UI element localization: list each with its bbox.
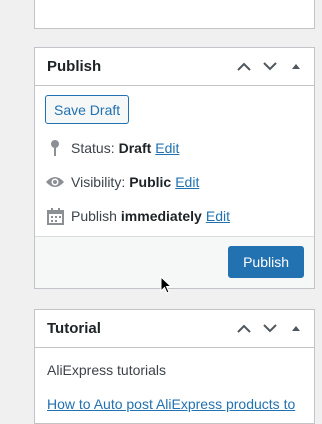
chevron-down-icon[interactable] <box>262 321 278 337</box>
visibility-row: Visibility: Public Edit <box>45 172 199 192</box>
tutorial-description: AliExpress tutorials <box>47 362 167 378</box>
calendar-icon <box>45 206 65 226</box>
publish-panel-header: Publish <box>35 48 314 86</box>
publish-panel: Publish Save Draft Status: Draft Edit Vi… <box>34 47 315 289</box>
chevron-down-icon[interactable] <box>262 59 278 75</box>
publish-panel-title: Publish <box>47 58 102 75</box>
publish-time-row: Publish immediately Edit <box>45 206 230 226</box>
status-row: Status: Draft Edit <box>45 138 179 158</box>
triangle-up-icon[interactable] <box>288 321 304 337</box>
pin-icon <box>45 138 65 158</box>
publish-panel-controls <box>236 59 304 75</box>
visibility-edit-link[interactable]: Edit <box>175 174 199 190</box>
tutorial-panel-controls <box>236 321 304 337</box>
tutorial-panel: Tutorial AliExpress tutorials How to Aut… <box>34 309 315 424</box>
tutorial-link[interactable]: How to Auto post AliExpress products to <box>47 396 295 412</box>
publish-button[interactable]: Publish <box>228 246 304 278</box>
publish-time-value: immediately <box>120 208 202 224</box>
visibility-label: Visibility: <box>71 174 126 190</box>
triangle-up-icon[interactable] <box>288 59 304 75</box>
tutorial-panel-header: Tutorial <box>35 310 314 348</box>
tutorial-panel-title: Tutorial <box>47 320 101 337</box>
chevron-up-icon[interactable] <box>236 59 252 75</box>
eye-icon <box>45 172 65 192</box>
save-draft-button[interactable]: Save Draft <box>45 95 130 124</box>
publish-time-label: Publish <box>71 208 117 224</box>
publish-time-edit-link[interactable]: Edit <box>206 208 230 224</box>
mouse-cursor-icon <box>160 275 173 299</box>
chevron-up-icon[interactable] <box>236 321 252 337</box>
visibility-value: Public <box>129 174 172 190</box>
status-value: Draft <box>118 140 152 156</box>
publish-panel-footer: Publish <box>35 236 314 288</box>
previous-panel <box>34 0 315 29</box>
status-label: Status: <box>71 140 115 156</box>
status-edit-link[interactable]: Edit <box>155 140 179 156</box>
